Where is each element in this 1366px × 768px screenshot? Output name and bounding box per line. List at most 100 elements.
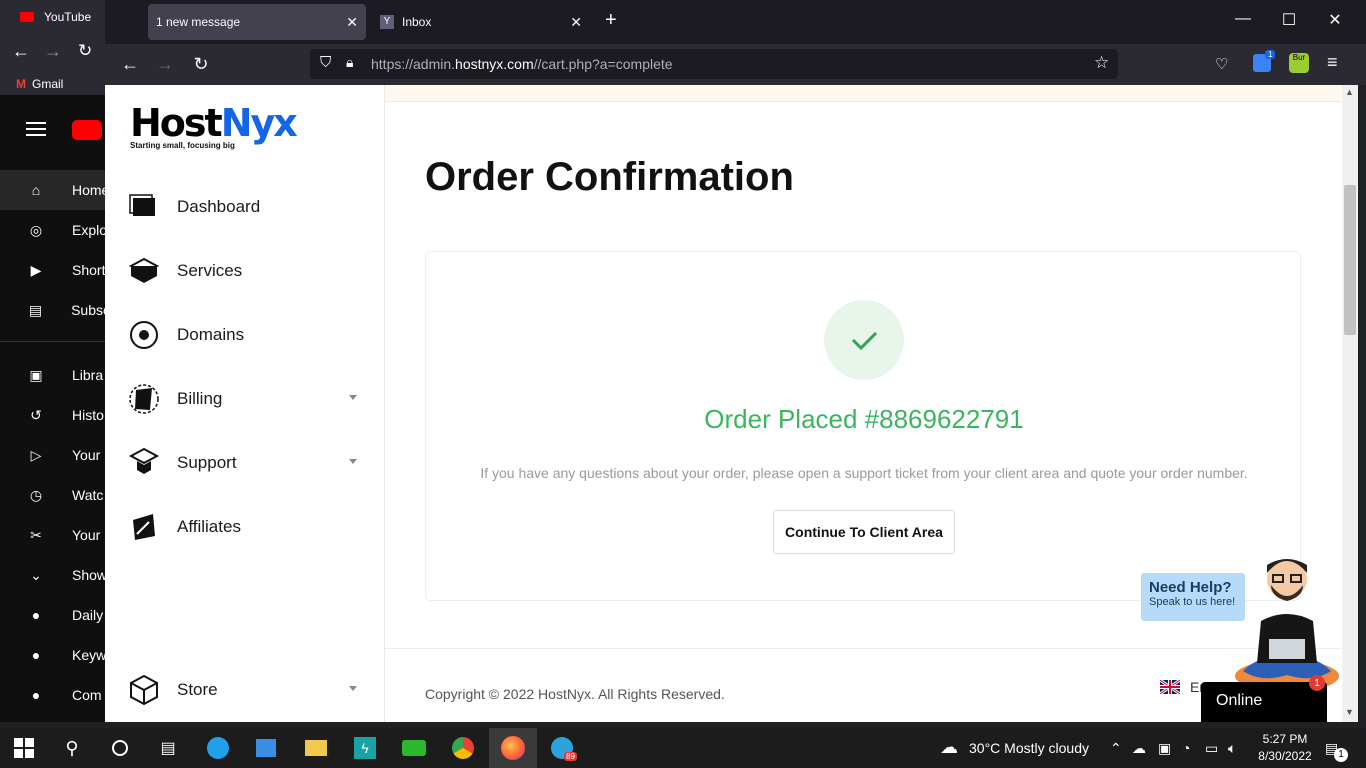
youtube-nav-item[interactable]: ● Daily — [0, 595, 110, 635]
menu-icon[interactable]: ≡ — [1327, 52, 1338, 73]
sidebar-item-label: Affiliates — [177, 517, 241, 536]
windows-start-icon[interactable] — [12, 736, 36, 760]
lock-icon[interactable]: 🔒︎ — [346, 54, 353, 71]
sidebar-item-label: Store — [177, 680, 218, 699]
youtube-nav-item[interactable]: ◎ Explo — [0, 210, 110, 250]
sidebar-item-support[interactable]: Support — [127, 441, 367, 485]
tab-new-message[interactable]: 1 new message ✕ — [148, 4, 366, 40]
sidebar-item-affiliates[interactable]: Affiliates — [127, 505, 367, 549]
support-agent-avatar[interactable] — [1233, 551, 1341, 691]
youtube-nav-item[interactable]: ◷ Watc — [0, 475, 110, 515]
task-view-icon[interactable]: ▤ — [156, 736, 180, 760]
meet-icon[interactable]: ▣ — [1158, 728, 1171, 768]
lightning-app-icon[interactable]: ϟ — [353, 736, 377, 760]
support-icon — [128, 447, 160, 474]
tab-inbox[interactable]: Y Inbox ✕ — [372, 4, 590, 40]
notification-icon[interactable]: ▤ — [1325, 728, 1338, 768]
firefox-taskbar-active[interactable] — [489, 728, 537, 768]
media-app-icon[interactable] — [402, 736, 426, 760]
youtube-nav-item[interactable]: ▶ Short — [0, 250, 110, 290]
youtube-nav-item[interactable]: ▷ Your — [0, 435, 110, 475]
window-close-icon[interactable]: ✕ — [1312, 10, 1358, 30]
chrome-icon[interactable] — [451, 736, 475, 760]
youtube-nav-label: Show — [72, 567, 108, 583]
bookmark-gmail[interactable]: M Gmail — [0, 73, 110, 95]
weather-text[interactable]: 30°C Mostly cloudy — [969, 728, 1089, 768]
chat-status-button[interactable]: Online 1 — [1201, 675, 1327, 722]
reload-icon[interactable]: ↻ — [186, 54, 216, 75]
volume-icon[interactable]: 🔈︎ — [1228, 728, 1236, 768]
url-bar[interactable]: ⛉ 🔒︎ https://admin.hostnyx.com//cart.php… — [310, 49, 1118, 79]
browser-tab-bar: 1 new message ✕ Y Inbox ✕ + — ☐ ✕ — [105, 0, 1366, 44]
need-help-bubble[interactable]: Need Help? Speak to us here! — [1141, 573, 1245, 621]
onedrive-icon[interactable]: ☁ — [1132, 728, 1146, 768]
sidebar-item-label: Dashboard — [177, 197, 261, 216]
scroll-thumb[interactable] — [1344, 185, 1356, 335]
youtube-nav-bar: ← → ↻ — [0, 33, 110, 73]
close-icon[interactable]: ✕ — [346, 14, 358, 31]
youtube-nav-label: Explo — [72, 222, 108, 238]
domains-icon — [130, 321, 158, 349]
sidebar-item-domains[interactable]: Domains — [127, 313, 367, 357]
clock[interactable]: 5:27 PM 8/30/2022 — [1255, 731, 1315, 765]
forward-icon[interactable]: → — [44, 41, 62, 62]
continue-client-area-button[interactable]: Continue To Client Area — [773, 510, 955, 554]
youtube-nav-label: Home — [72, 182, 110, 198]
sidebar-item-dashboard[interactable]: Dashboard — [127, 185, 367, 229]
channel-icon: ● — [31, 647, 41, 663]
cortana-icon[interactable] — [108, 736, 132, 760]
youtube-nav-label: Daily — [72, 607, 104, 623]
youtube-nav-item[interactable]: ● Keyw — [0, 635, 110, 675]
scroll-down-icon[interactable]: ▼ — [1345, 707, 1354, 717]
clock-date: 8/30/2022 — [1258, 749, 1312, 763]
youtube-nav-item[interactable]: ⌄ Show — [0, 555, 110, 595]
scissors-icon: ✂ — [30, 526, 42, 543]
maximize-icon[interactable]: ☐ — [1266, 10, 1312, 30]
youtube-nav-item[interactable]: ⌂ Home — [0, 170, 110, 210]
forward-icon[interactable]: → — [150, 54, 180, 75]
windows-taskbar: ⚲ ▤ ϟ 89 ☁ 30°C Mostly cloudy ⌃ ☁ ▣ ◔ ▭ … — [0, 728, 1366, 768]
clock-icon: ◷ — [29, 486, 43, 503]
profile-avatar[interactable]: Bur — [1289, 53, 1309, 73]
close-icon[interactable]: ✕ — [570, 14, 582, 31]
battery-icon[interactable]: ▭ — [1205, 728, 1218, 768]
affiliates-icon — [133, 514, 155, 540]
new-tab-icon[interactable]: + — [605, 9, 617, 32]
hostnyx-logo[interactable]: HostNyx Starting small, focusing big — [130, 101, 298, 150]
yahoo-icon: Y — [380, 15, 394, 29]
wifi-icon[interactable]: ◔ — [1182, 728, 1190, 768]
back-icon[interactable]: ← — [12, 41, 30, 62]
sidebar-item-billing[interactable]: Billing — [127, 377, 367, 421]
bookmark-star-icon[interactable]: ☆ — [1094, 53, 1109, 73]
youtube-tab[interactable]: YouTube — [0, 0, 110, 33]
youtube-window: YouTube ← → ↻ M Gmail ⌂ Home ◎ Explo ▶ Short ▤… — [0, 0, 110, 722]
minimize-icon[interactable]: — — [1220, 10, 1266, 28]
youtube-nav-item[interactable]: ▤ Subsc — [0, 290, 110, 330]
show-hidden-icons[interactable]: ⌃ — [1110, 728, 1122, 768]
page-scrollbar[interactable]: ▲ ▼ — [1342, 85, 1358, 722]
file-explorer-icon[interactable] — [304, 736, 328, 760]
hamburger-icon[interactable] — [26, 122, 46, 136]
footer: Copyright © 2022 HostNyx. All Rights Res… — [385, 648, 1342, 722]
youtube-nav-item[interactable]: ▣ Libra — [0, 355, 110, 395]
youtube-nav-item[interactable]: ● Com — [0, 675, 110, 715]
billing-icon — [129, 384, 159, 414]
youtube-nav-item[interactable]: ↺ Histo — [0, 395, 110, 435]
shield-icon[interactable]: ⛉ — [320, 54, 331, 71]
search-icon[interactable]: ⚲ — [60, 736, 84, 760]
store-app-icon[interactable] — [254, 736, 278, 760]
sidebar-item-store[interactable]: Store — [127, 668, 367, 712]
youtube-brand-icon — [72, 120, 102, 140]
reload-icon[interactable]: ↻ — [78, 41, 92, 61]
check-icon — [824, 300, 904, 380]
youtube-nav-label: Libra — [72, 367, 104, 383]
scroll-up-icon[interactable]: ▲ — [1345, 87, 1354, 97]
weather-icon[interactable]: ☁ — [940, 737, 958, 758]
page-title: Order Confirmation — [425, 155, 794, 199]
edge-icon[interactable] — [206, 736, 230, 760]
sidebar-item-services[interactable]: Services — [127, 249, 367, 293]
pocket-icon[interactable]: ♡ — [1215, 55, 1228, 73]
logo-wordmark: HostNyx — [130, 101, 298, 145]
youtube-nav-item[interactable]: ✂ Your — [0, 515, 110, 555]
back-icon[interactable]: ← — [115, 54, 145, 75]
